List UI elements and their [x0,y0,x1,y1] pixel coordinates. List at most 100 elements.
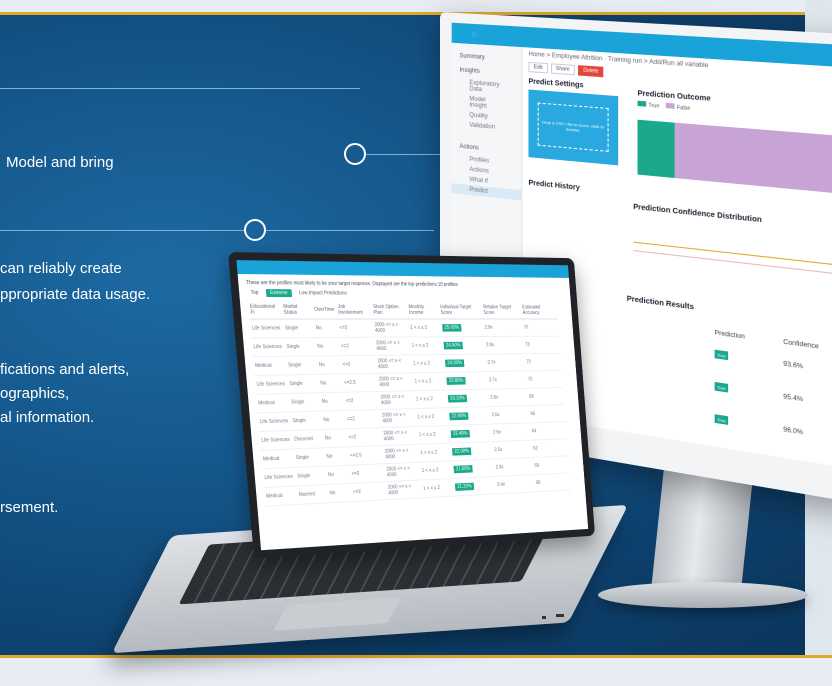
table-cell: 2.5x [492,440,533,460]
table-cell: 73 [522,336,561,354]
laptop-bezel: These are the profiles most likely to be… [228,252,596,559]
table-cell: No [320,410,347,430]
column-header[interactable]: Educational Fi [247,300,283,320]
app-logo: ◌ [471,29,477,39]
table-cell: No [323,446,350,467]
table-cell: <=2.5 [347,445,385,466]
table-cell: 1 < x ≤ 2 [415,407,449,427]
table-cell: 2000 <= x < 4000 [372,319,410,338]
table-cell: 2.8x [482,318,523,337]
table-cell: 2.8x [483,336,525,355]
table-cell: 62 [530,438,569,458]
table-cell: 2.6x [489,405,530,425]
table-cell: 2000 <= x < 4000 [385,480,423,500]
table-cell: <=2 [349,463,386,484]
table-cell: <=2 [346,427,383,447]
legend-false: False [665,102,690,112]
copy-line-3: ppropriate data usage. [0,286,151,303]
column-header[interactable]: OverTime [311,301,337,320]
laptop: These are the profiles most likely to be… [228,252,596,559]
column-header[interactable]: Monthly Income [406,301,440,320]
divider-rule [0,230,245,231]
table-cell: 1 < x ≤ 2 [409,336,443,355]
table-cell: Single [290,411,323,431]
results-col-confidence: Confidence [783,339,819,351]
tab-top[interactable]: Top [247,289,263,297]
column-header[interactable]: Marital Status [280,300,314,320]
table-cell: No [325,465,351,485]
touchpad [273,597,401,631]
results-title: Prediction Results [626,295,694,312]
confidence-line [633,241,832,269]
table-cell: 2.7x [486,370,527,390]
upload-hint: Drop a CSV / file to score, click to bro… [537,102,609,152]
table-cell: No [319,392,345,412]
table-cell: No [313,319,339,338]
column-header[interactable]: Job Involvement [335,301,373,320]
prediction-chip: True [714,414,729,425]
table-cell: 24.00% [442,354,487,373]
prediction-chip: True [714,349,729,361]
column-header[interactable]: Relative Target Score [481,301,522,319]
tab-extreme[interactable]: Extreme [265,289,292,298]
table-cell: Life Sciences [249,319,284,338]
table-cell: 2.5x [490,422,531,442]
table-cell: No [326,483,353,503]
table-cell: 1 < x ≤ 2 [420,478,454,498]
laptop-screen: These are the profiles most likely to be… [236,260,589,551]
column-header[interactable]: Individual Target Score [438,301,483,320]
table-cell: 75 [521,318,559,337]
delete-button[interactable]: Delete [577,65,604,78]
copy-line-4: fications and alerts, [0,361,130,378]
copy-line-1: Model and bring [6,154,114,171]
table-cell: Medical [252,356,288,376]
table-cell: 21.20% [452,476,497,497]
table-cell: 2.4x [494,474,535,494]
upload-dropzone[interactable]: Drop a CSV / file to score, click to bro… [528,89,619,166]
table-cell: 2.6x [487,388,529,407]
table-cell: Married [296,484,329,505]
confidence-value: 95.4% [783,394,804,404]
table-cell: No [316,355,342,375]
table-cell: <=2.5 [341,373,379,393]
legend-true: True [637,100,659,110]
column-header[interactable]: Stock Option Plan [370,301,408,320]
prediction-chip: True [714,381,729,393]
outcome-false-segment [674,122,832,194]
bottom-gold-line [0,655,832,658]
table-cell: 2000 <= x < 4000 [379,408,417,428]
bottom-band [0,657,832,686]
table-cell: 2000 <= x < 4000 [373,336,411,356]
table-cell: Medical [263,485,298,507]
tab-low-impact[interactable]: Low Impact Predictions [295,289,351,297]
table-cell: Single [283,337,317,357]
edit-button[interactable]: Edit [528,61,548,74]
table-cell: 22.90% [446,406,491,426]
table-cell: 23.80% [443,371,488,391]
copy-line-6: al information. [0,409,95,426]
table-cell: 2000 <= x < 4000 [375,354,413,374]
table-cell: Single [282,319,315,338]
table-cell: Medical [255,393,291,413]
outcome-true-segment [637,119,675,179]
table-cell: <=2 [339,355,377,374]
confidence-value: 96.0% [783,426,804,437]
table-cell: Single [285,355,318,375]
table-cell: Single [293,447,326,468]
table-row[interactable]: Life Sciences Single No <=2 2000 <= x < 4000… [249,318,559,338]
share-button[interactable]: Share [550,63,575,76]
table-cell: 22.00% [449,441,494,461]
table-cell: <=2 [350,481,388,502]
outcome-bar [637,119,832,194]
table-cell: 1 < x ≤ 2 [416,425,450,445]
table-cell: Life Sciences [257,411,292,432]
column-header[interactable]: Estimated Accuracy [520,302,558,319]
table-cell: Life Sciences [261,467,297,488]
table-cell: Divorced [291,429,324,449]
table-cell: 72 [524,353,562,371]
table-cell: 70 [525,370,563,389]
table-cell: 1 < x ≤ 2 [412,372,446,391]
copy-line-2: can reliably create [0,260,122,277]
table-cell: 2000 <= x < 4000 [381,426,418,446]
table-cell: 2000 <= x < 4000 [384,462,421,482]
